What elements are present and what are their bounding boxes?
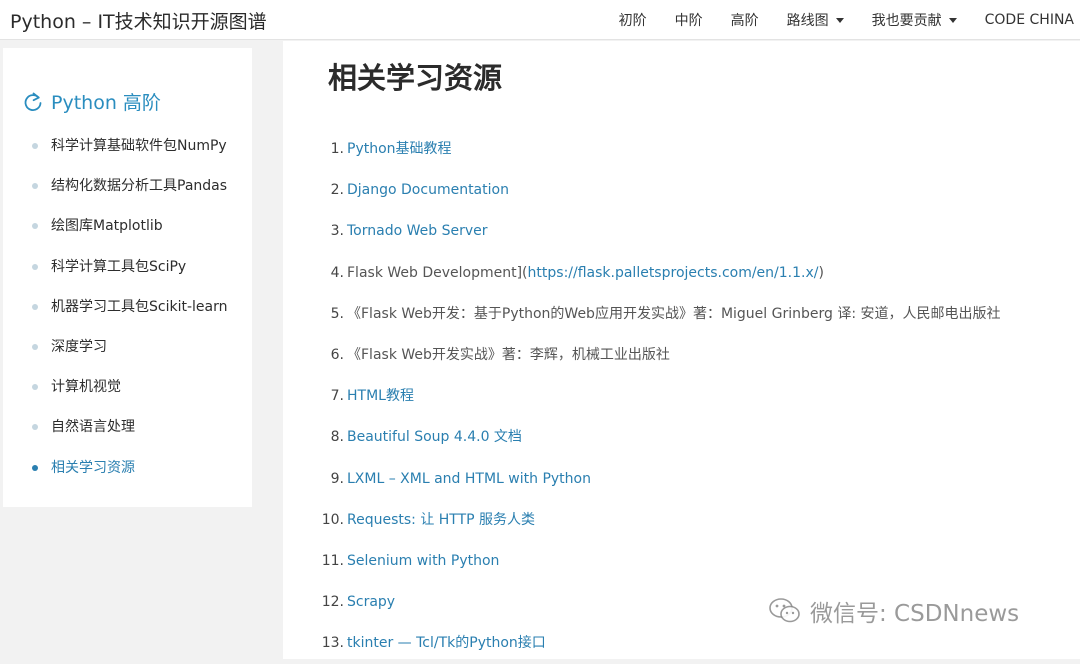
bullet-dot-icon [32, 183, 38, 190]
reference-link[interactable]: Beautiful Soup 4.4.0 文档 [347, 429, 522, 445]
reference-text: Django Documentation [347, 170, 509, 211]
nav-item-label: 高阶 [730, 13, 759, 29]
nav-item-label: 中阶 [674, 13, 703, 29]
sidebar-item-5[interactable]: 深度学习 [3, 327, 227, 367]
refresh-icon [24, 92, 42, 111]
sidebar-item-0[interactable]: 科学计算基础软件包NumPy [3, 126, 227, 166]
sidebar-item-label: 结构化数据分析工具Pandas [51, 178, 228, 195]
bullet-dot-icon [32, 464, 38, 471]
bullet-dot-icon [32, 263, 38, 270]
reference-plain-text: ) [818, 264, 824, 281]
caret-down-icon [835, 17, 844, 23]
nav-item-label: 我也要贡献 [871, 13, 942, 29]
sidebar: Python 高阶 科学计算基础软件包NumPy 结构化数据分析工具Pandas 绘… [3, 48, 252, 507]
reference-number: 3. [330, 223, 344, 240]
reference-link[interactable]: Tornado Web Server [347, 223, 488, 239]
sidebar-list: 科学计算基础软件包NumPy 结构化数据分析工具Pandas 绘图库Matplotl… [3, 126, 227, 488]
reference-link[interactable]: https://flask.palletsprojects.com/en/1.1… [528, 265, 819, 281]
sidebar-item-label: 自然语言处理 [51, 419, 135, 436]
reference-link[interactable]: Requests: 让 HTTP 服务人类 [347, 512, 535, 528]
sidebar-item-label: 科学计算工具包SciPy [51, 258, 187, 275]
reference-link[interactable]: HTML教程 [347, 388, 414, 404]
reference-text: Selenium with Python [347, 541, 499, 582]
reference-number: 4. [330, 264, 344, 281]
sidebar-item-label: 科学计算基础软件包NumPy [51, 138, 227, 154]
reference-number: 8. [330, 429, 344, 446]
reference-number: 13. [321, 635, 344, 652]
bullet-dot-icon [32, 303, 38, 310]
reference-number: 12. [321, 594, 344, 611]
sidebar-item-label: 计算机视觉 [51, 379, 121, 396]
reference-text: Tornado Web Server [347, 211, 488, 252]
site-brand[interactable]: Python – IT技术知识开源图谱 [10, 7, 267, 34]
sidebar-item-3[interactable]: 科学计算工具包SciPy [3, 247, 227, 287]
reference-number: 5. [330, 305, 344, 322]
nav-item-2[interactable]: 高阶 [731, 10, 759, 30]
sidebar-title-label: Python 高阶 [51, 92, 161, 114]
caret-down-icon [948, 17, 957, 23]
reference-plain-text: 《Flask Web开发实战》著：李辉，机械工业出版社 [347, 346, 670, 363]
reference-plain-text: Flask Web Development]( [347, 264, 528, 281]
sidebar-item-6[interactable]: 计算机视觉 [3, 367, 227, 407]
reference-link[interactable]: LXML – XML and HTML with Python [347, 471, 591, 487]
bullet-dot-icon [32, 143, 38, 149]
reference-text: tkinter — Tcl/Tk的Python接口 [347, 623, 546, 664]
bullet-dot-icon [32, 384, 38, 391]
reference-plain-text: 《Flask Web开发：基于Python的Web应用开发实战》著：Miguel… [347, 305, 1001, 322]
sidebar-item-label: 机器学习工具包Scikit-learn [51, 298, 228, 315]
nav-item-5[interactable]: CODE CHINA [985, 12, 1074, 28]
reference-number: 9. [330, 470, 344, 487]
reference-link[interactable]: Python基础教程 [347, 141, 452, 157]
nav-item-label: 路线图 [786, 13, 829, 29]
nav-menu: 初阶 中阶 高阶 路线图 我也要贡献 CODE CHINA [591, 0, 1074, 40]
main-content: 相关学习资源 1. Python基础教程 2. Django Documentatio… [283, 41, 1080, 659]
sidebar-title[interactable]: Python 高阶 [23, 88, 161, 115]
nav-item-label: 初阶 [618, 13, 647, 29]
nav-item-0[interactable]: 初阶 [619, 10, 647, 30]
reference-text: 《Flask Web开发：基于Python的Web应用开发实战》著：Miguel… [347, 294, 1001, 335]
reference-link[interactable]: Scrapy [347, 594, 395, 610]
reference-number: 11. [321, 552, 344, 569]
reference-text: Flask Web Development](https://flask.pal… [347, 253, 824, 294]
reference-text: Python基础教程 [347, 129, 452, 170]
bullet-dot-icon [32, 343, 38, 350]
reference-text: Beautiful Soup 4.4.0 文档 [347, 417, 522, 458]
sidebar-item-4[interactable]: 机器学习工具包Scikit-learn [3, 287, 227, 327]
nav-item-1[interactable]: 中阶 [675, 10, 703, 30]
reference-text: 《Flask Web开发实战》著：李辉，机械工业出版社 [347, 335, 670, 376]
bullet-dot-icon [32, 424, 38, 431]
wechat-icon [769, 598, 800, 623]
wechat-watermark: 微信号: CSDNnews [768, 594, 1019, 628]
nav-item-3[interactable]: 路线图 [787, 10, 844, 30]
sidebar-item-label: 相关学习资源 [51, 459, 135, 476]
reference-number: 1. [330, 141, 344, 157]
page-title: 相关学习资源 [328, 61, 503, 95]
reference-number: 6. [330, 346, 344, 363]
reference-text: Requests: 让 HTTP 服务人类 [347, 500, 535, 541]
watermark-text: 微信号: CSDNnews [810, 601, 1020, 627]
nav-item-label: CODE CHINA [984, 12, 1074, 28]
sidebar-item-2[interactable]: 绘图库Matplotlib [3, 206, 227, 246]
bullet-dot-icon [32, 223, 38, 230]
reference-text: LXML – XML and HTML with Python [347, 459, 591, 500]
sidebar-item-1[interactable]: 结构化数据分析工具Pandas [3, 166, 227, 206]
sidebar-item-7[interactable]: 自然语言处理 [3, 407, 227, 447]
sidebar-item-label: 深度学习 [51, 338, 107, 355]
nav-item-4[interactable]: 我也要贡献 [872, 10, 957, 30]
reference-link[interactable]: Selenium with Python [347, 553, 499, 569]
reference-number: 10. [321, 511, 344, 528]
reference-link[interactable]: Django Documentation [347, 182, 509, 198]
sidebar-item-8[interactable]: 相关学习资源 [3, 448, 227, 488]
top-navbar: Python – IT技术知识开源图谱 初阶 中阶 高阶 路线图 我也要贡献 CODE C… [0, 0, 1080, 40]
reference-number: 7. [330, 388, 344, 405]
sidebar-item-label: 绘图库Matplotlib [51, 218, 163, 235]
reference-text: HTML教程 [347, 376, 414, 417]
reference-text: Scrapy [347, 582, 395, 623]
reference-link[interactable]: tkinter — Tcl/Tk的Python接口 [347, 635, 546, 651]
reference-number: 2. [330, 182, 344, 199]
